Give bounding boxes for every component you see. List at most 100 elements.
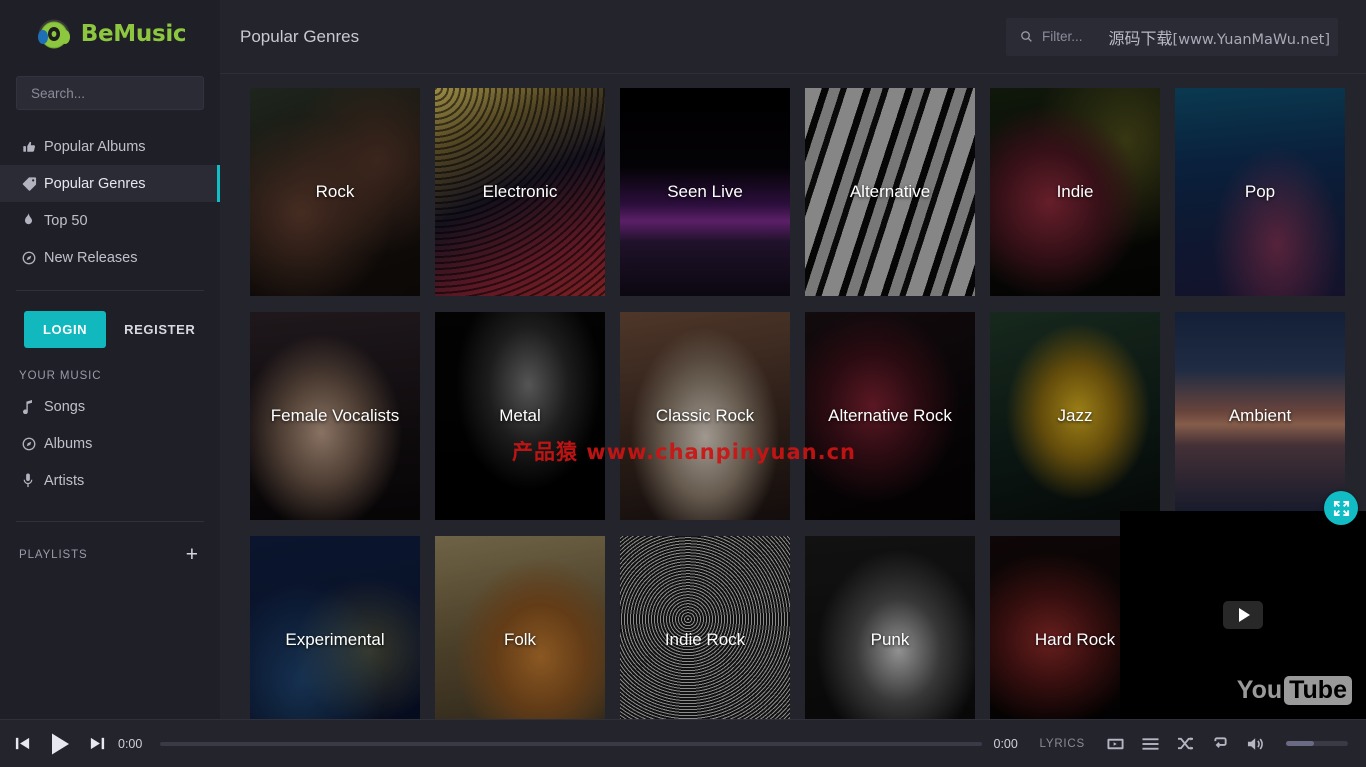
filter-input[interactable] xyxy=(1042,29,1324,44)
genre-tile[interactable]: Female Vocalists xyxy=(250,312,420,520)
sidebar-item-label: New Releases xyxy=(44,250,138,266)
youtube-logo-tube: Tube xyxy=(1284,676,1352,705)
youtube-logo-you: You xyxy=(1237,676,1282,705)
music-note-icon xyxy=(22,400,44,414)
logo-text: BeMusic xyxy=(81,21,187,47)
player-right-icons xyxy=(1107,736,1348,752)
total-time: 0:00 xyxy=(994,737,1024,751)
sidebar-item-label: Top 50 xyxy=(44,213,88,229)
player-bar: 0:00 0:00 LYRICS xyxy=(0,719,1366,767)
previous-button[interactable] xyxy=(14,735,31,752)
playlists-label: PLAYLISTS xyxy=(19,549,88,561)
auth-buttons: LOGIN REGISTER xyxy=(0,305,220,348)
play-button[interactable] xyxy=(47,731,73,757)
volume-slider[interactable] xyxy=(1286,741,1348,746)
sidebar-search[interactable] xyxy=(16,76,204,110)
search-icon xyxy=(1020,30,1033,43)
genre-tile-label: Jazz xyxy=(990,406,1160,426)
sidebar-item-label: Albums xyxy=(44,436,92,452)
genre-tile[interactable]: Pop xyxy=(1175,88,1345,296)
tag-icon xyxy=(22,176,44,191)
tile-shade xyxy=(250,536,420,719)
tile-shade xyxy=(620,536,790,719)
sidebar-item-label: Popular Genres xyxy=(44,176,146,192)
sidebar-divider-1 xyxy=(16,290,204,291)
play-icon xyxy=(1239,608,1250,622)
genre-tile[interactable]: Indie Rock xyxy=(620,536,790,719)
genre-tile[interactable]: Classic Rock xyxy=(620,312,790,520)
sidebar-item-albums[interactable]: Albums xyxy=(0,425,220,462)
youtube-player-panel[interactable]: You Tube xyxy=(1120,511,1366,719)
volume-fill xyxy=(1286,741,1314,746)
genre-tile-label: Seen Live xyxy=(620,182,790,202)
genre-tile-label: Alternative xyxy=(805,182,975,202)
next-button[interactable] xyxy=(89,735,106,752)
filter-box[interactable]: 源码下载[www.YuanMaWu.net] xyxy=(1006,18,1338,56)
sidebar-item-artists[interactable]: Artists xyxy=(0,462,220,499)
genre-tile-label: Ambient xyxy=(1175,406,1345,426)
current-time: 0:00 xyxy=(118,737,148,751)
register-button[interactable]: REGISTER xyxy=(120,311,199,348)
genre-tile-label: Indie Rock xyxy=(620,630,790,650)
page-title: Popular Genres xyxy=(240,27,359,47)
main-content: Popular Genres 源码下载[www.YuanMaWu.net] Ro… xyxy=(220,0,1366,719)
bemusic-headphone-logo xyxy=(34,15,74,53)
shuffle-icon[interactable] xyxy=(1177,736,1194,751)
app-root: BeMusic Popular Albums xyxy=(0,0,1366,767)
youtube-play-button[interactable] xyxy=(1223,601,1263,629)
video-icon[interactable] xyxy=(1107,737,1124,751)
primary-nav: Popular Albums Popular Genres Top 50 xyxy=(0,128,220,276)
expand-arrows-icon[interactable] xyxy=(1324,491,1358,525)
sidebar-item-songs[interactable]: Songs xyxy=(0,388,220,425)
compass-icon xyxy=(22,437,44,451)
genre-tile[interactable]: Folk xyxy=(435,536,605,719)
genre-tile[interactable]: Electronic xyxy=(435,88,605,296)
sidebar-item-new-releases[interactable]: New Releases xyxy=(0,239,220,276)
plus-icon[interactable]: + xyxy=(186,544,198,565)
login-button[interactable]: LOGIN xyxy=(24,311,106,348)
sidebar-item-label: Artists xyxy=(44,473,84,489)
fire-icon xyxy=(22,213,44,228)
genre-tile-label: Folk xyxy=(435,630,605,650)
genre-tile-label: Electronic xyxy=(435,182,605,202)
genre-tile-label: Indie xyxy=(990,182,1160,202)
genre-tile-label: Metal xyxy=(435,406,605,426)
sidebar-item-label: Songs xyxy=(44,399,85,415)
sidebar: BeMusic Popular Albums xyxy=(0,0,220,719)
genre-tile[interactable]: Alternative xyxy=(805,88,975,296)
top-bar: Popular Genres 源码下载[www.YuanMaWu.net] xyxy=(220,0,1366,74)
your-music-label: YOUR MUSIC xyxy=(0,370,220,382)
repeat-icon[interactable] xyxy=(1212,736,1229,751)
volume-icon[interactable] xyxy=(1247,736,1266,752)
compass-icon xyxy=(22,251,44,265)
queue-list-icon[interactable] xyxy=(1142,737,1159,751)
sidebar-item-top-50[interactable]: Top 50 xyxy=(0,202,220,239)
seek-slider[interactable] xyxy=(160,742,982,746)
genre-tile[interactable]: Rock xyxy=(250,88,420,296)
genre-tile[interactable]: Seen Live xyxy=(620,88,790,296)
thumbs-up-icon xyxy=(22,140,44,154)
genre-tile-label: Rock xyxy=(250,182,420,202)
search-input[interactable] xyxy=(31,86,189,101)
genre-tile-label: Female Vocalists xyxy=(250,406,420,426)
genre-tile[interactable]: Jazz xyxy=(990,312,1160,520)
tile-shade xyxy=(805,536,975,719)
app-logo[interactable]: BeMusic xyxy=(0,0,220,62)
genre-tile[interactable]: Punk xyxy=(805,536,975,719)
genre-tile-label: Classic Rock xyxy=(620,406,790,426)
lyrics-button[interactable]: LYRICS xyxy=(1036,738,1090,750)
sidebar-item-popular-albums[interactable]: Popular Albums xyxy=(0,128,220,165)
youtube-logo: You Tube xyxy=(1237,676,1352,705)
sidebar-divider-2 xyxy=(16,521,204,522)
genre-tile[interactable]: Metal xyxy=(435,312,605,520)
microphone-icon xyxy=(22,473,44,488)
genre-tile-label: Experimental xyxy=(250,630,420,650)
genre-tile-label: Pop xyxy=(1175,182,1345,202)
genre-tile[interactable]: Experimental xyxy=(250,536,420,719)
genre-tile[interactable]: Alternative Rock xyxy=(805,312,975,520)
genre-tile-label: Alternative Rock xyxy=(805,406,975,426)
genre-tile[interactable]: Indie xyxy=(990,88,1160,296)
sidebar-item-popular-genres[interactable]: Popular Genres xyxy=(0,165,220,202)
playlists-header: PLAYLISTS + xyxy=(0,544,220,565)
genre-tile[interactable]: Ambient xyxy=(1175,312,1345,520)
